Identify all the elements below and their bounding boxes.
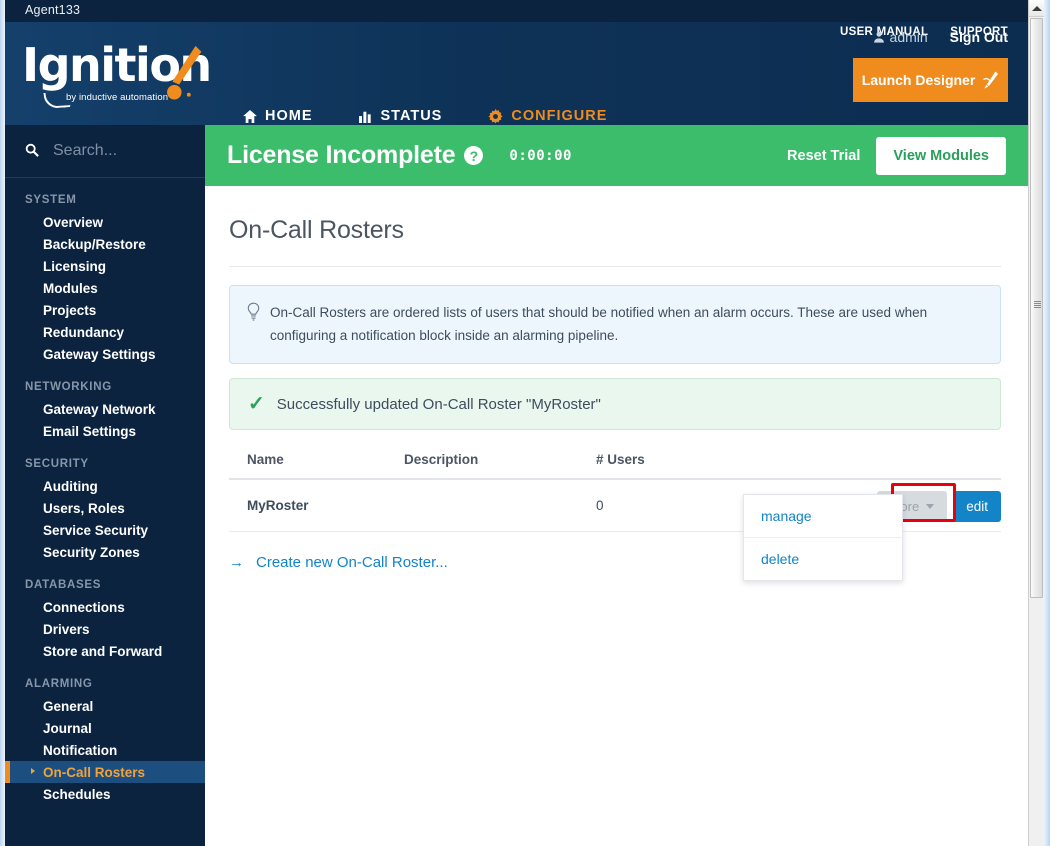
vertical-scrollbar[interactable] <box>1028 0 1044 846</box>
scrollbar-grip-icon <box>1034 301 1041 308</box>
sidebar: Search... SYSTEM Overview Backup/Restore… <box>5 125 205 846</box>
window-frame-right <box>1044 0 1050 846</box>
gear-icon <box>488 108 503 124</box>
column-header-name: Name <box>247 452 284 467</box>
dropdown-item-delete[interactable]: delete <box>744 537 902 580</box>
create-new-roster-label: Create new On-Call Roster... <box>256 554 448 571</box>
search-input[interactable]: Search... <box>5 125 205 178</box>
view-modules-button[interactable]: View Modules <box>876 136 1006 175</box>
scrollbar-thumb[interactable] <box>1030 18 1043 598</box>
cell-name: MyRoster <box>247 498 309 513</box>
caret-right-icon <box>31 768 35 774</box>
browser-window: Agent133 USER MANUAL SUPPORT admin Sign … <box>0 0 1050 846</box>
column-header-actions <box>786 452 1001 467</box>
title-divider <box>229 266 1001 267</box>
nav-item-configure[interactable]: CONFIGURE <box>488 108 607 125</box>
nav-item-home-label: HOME <box>265 108 313 124</box>
sidebar-item-on-call-rosters[interactable]: On-Call Rosters <box>5 761 205 783</box>
sidebar-item-gateway-settings[interactable]: Gateway Settings <box>5 343 205 365</box>
designer-pen-icon <box>983 71 999 89</box>
trial-timer: 0:00:00 <box>509 147 572 164</box>
sidebar-item-on-call-rosters-label: On-Call Rosters <box>43 764 146 780</box>
chevron-down-icon <box>926 504 935 509</box>
home-icon <box>243 109 257 123</box>
current-user[interactable]: admin <box>873 29 928 45</box>
lightbulb-icon <box>246 302 261 326</box>
sidebar-item-email-settings[interactable]: Email Settings <box>5 420 205 442</box>
ignition-logo[interactable]: Ignition by inductive automation <box>22 40 212 122</box>
sidebar-item-general[interactable]: General <box>5 695 205 717</box>
sidebar-group-databases: DATABASES <box>25 579 102 591</box>
sidebar-item-projects[interactable]: Projects <box>5 299 205 321</box>
success-message-text: Successfully updated On-Call Roster "MyR… <box>276 395 601 413</box>
nav-item-home[interactable]: HOME <box>243 108 313 125</box>
more-dropdown-menu: manage delete <box>743 494 903 581</box>
help-icon[interactable]: ? <box>464 146 484 165</box>
sidebar-item-journal[interactable]: Journal <box>5 717 205 739</box>
launch-designer-label: Launch Designer <box>861 72 976 88</box>
current-user-label: admin <box>889 29 928 45</box>
launch-designer-button[interactable]: Launch Designer <box>853 58 1008 102</box>
header-user-row: admin Sign Out <box>873 29 1008 45</box>
license-banner: License Incomplete ? 0:00:00 Reset Trial… <box>205 125 1028 186</box>
sidebar-item-notification[interactable]: Notification <box>5 739 205 761</box>
title-bar: Agent133 <box>5 0 1028 22</box>
sidebar-item-overview[interactable]: Overview <box>5 211 205 233</box>
sidebar-item-redundancy[interactable]: Redundancy <box>5 321 205 343</box>
sidebar-item-schedules[interactable]: Schedules <box>5 783 205 805</box>
scroll-up-button[interactable] <box>1029 0 1044 17</box>
logo-tagline: by inductive automation <box>66 92 169 103</box>
search-icon <box>25 143 39 160</box>
arrow-right-icon: → <box>229 554 244 571</box>
sidebar-item-auditing[interactable]: Auditing <box>5 475 205 497</box>
main-content: License Incomplete ? 0:00:00 Reset Trial… <box>205 125 1028 846</box>
nav-item-configure-label: CONFIGURE <box>511 108 608 124</box>
success-message: ✓ Successfully updated On-Call Roster "M… <box>229 378 1001 430</box>
sidebar-item-modules[interactable]: Modules <box>5 277 205 299</box>
sidebar-item-security-zones[interactable]: Security Zones <box>5 541 205 563</box>
main-nav: HOME STATUS CONFIGURE <box>243 108 607 125</box>
sidebar-group-security: SECURITY <box>25 458 89 470</box>
info-callout: On-Call Rosters are ordered lists of use… <box>229 285 1001 364</box>
license-title: License Incomplete <box>227 141 456 169</box>
column-header-description: Description <box>404 452 479 467</box>
sidebar-item-service-security[interactable]: Service Security <box>5 519 205 541</box>
table-header-row: Name Description # Users <box>229 452 1001 480</box>
sidebar-item-connections[interactable]: Connections <box>5 596 205 618</box>
sidebar-item-backup-restore[interactable]: Backup/Restore <box>5 233 205 255</box>
sidebar-item-drivers[interactable]: Drivers <box>5 618 205 640</box>
site-header: USER MANUAL SUPPORT admin Sign Out Ignit… <box>5 22 1028 125</box>
rosters-table: Name Description # Users MyRoster 0 More <box>229 452 1001 581</box>
chart-bars-icon <box>358 110 373 123</box>
reset-trial-button[interactable]: Reset Trial <box>787 148 860 164</box>
page-title: On-Call Rosters <box>229 216 404 244</box>
sidebar-item-gateway-network[interactable]: Gateway Network <box>5 398 205 420</box>
column-header-users: # Users <box>596 452 645 467</box>
sidebar-group-system: SYSTEM <box>25 194 77 206</box>
nav-item-status[interactable]: STATUS <box>358 108 443 125</box>
dropdown-item-manage[interactable]: manage <box>744 495 902 537</box>
sidebar-item-licensing[interactable]: Licensing <box>5 255 205 277</box>
sign-out-link[interactable]: Sign Out <box>950 29 1008 45</box>
edit-button[interactable]: edit <box>953 491 1001 522</box>
sidebar-item-users-roles[interactable]: Users, Roles <box>5 497 205 519</box>
checkmark-icon: ✓ <box>248 393 265 415</box>
info-callout-text: On-Call Rosters are ordered lists of use… <box>270 305 928 343</box>
license-actions: Reset Trial View Modules <box>787 136 1006 175</box>
page-body: On-Call Rosters On-Call Rosters are orde… <box>205 186 1028 581</box>
window-title: Agent133 <box>25 3 81 17</box>
search-placeholder: Search... <box>53 142 118 159</box>
triangle-up-icon <box>1031 5 1042 11</box>
logo-exclamation-icon <box>167 45 202 100</box>
nav-item-status-label: STATUS <box>380 108 443 124</box>
sidebar-group-alarming: ALARMING <box>25 678 93 690</box>
user-icon <box>873 31 884 43</box>
sidebar-item-store-and-forward[interactable]: Store and Forward <box>5 640 205 662</box>
sidebar-group-networking: NETWORKING <box>25 381 112 393</box>
